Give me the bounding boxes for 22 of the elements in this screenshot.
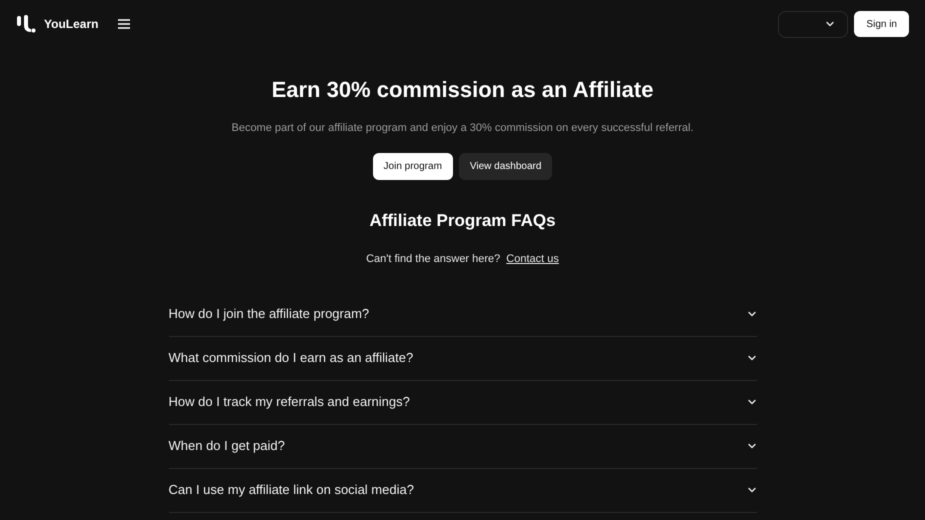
faq-item[interactable]: Can I use my affiliate link on social media? — [168, 468, 756, 512]
faq-question: When do I get paid? — [168, 437, 285, 456]
hero-title: Earn 30% commission as an Affiliate — [272, 76, 654, 104]
faq-item[interactable]: How do I join the affiliate program? — [168, 292, 756, 336]
hero-subtitle: Become part of our affiliate program and enjoy a 30% commission on every successful referral. — [231, 121, 694, 136]
faq-question: Can I use my affiliate link on social media? — [168, 481, 414, 500]
logo-text: YouLearn — [44, 16, 98, 33]
logo-icon — [16, 15, 36, 33]
dashboard-button[interactable]: View dashboard — [458, 152, 552, 180]
faq-note: Can't find the answer here? — [366, 252, 500, 267]
faq-item[interactable]: When do I get paid? — [168, 424, 756, 468]
faq-title: Affiliate Program FAQs — [369, 210, 556, 232]
faq-question: How do I join the affiliate program? — [168, 305, 370, 324]
join-button[interactable]: Join program — [372, 152, 453, 180]
sign-in-button[interactable]: Sign in — [854, 11, 909, 37]
faq-item[interactable]: What commission do I earn as an affiliate? — [168, 336, 756, 380]
faq-item[interactable]: How do I track my referrals and earnings? — [168, 380, 756, 424]
faq-question: What commission do I earn as an affiliate? — [168, 349, 414, 368]
menu-icon[interactable] — [118, 19, 130, 29]
chevron-down-icon — [825, 19, 836, 29]
contact-link[interactable]: Contact us — [506, 251, 559, 268]
faq-question: How do I track my referrals and earnings? — [168, 393, 410, 412]
